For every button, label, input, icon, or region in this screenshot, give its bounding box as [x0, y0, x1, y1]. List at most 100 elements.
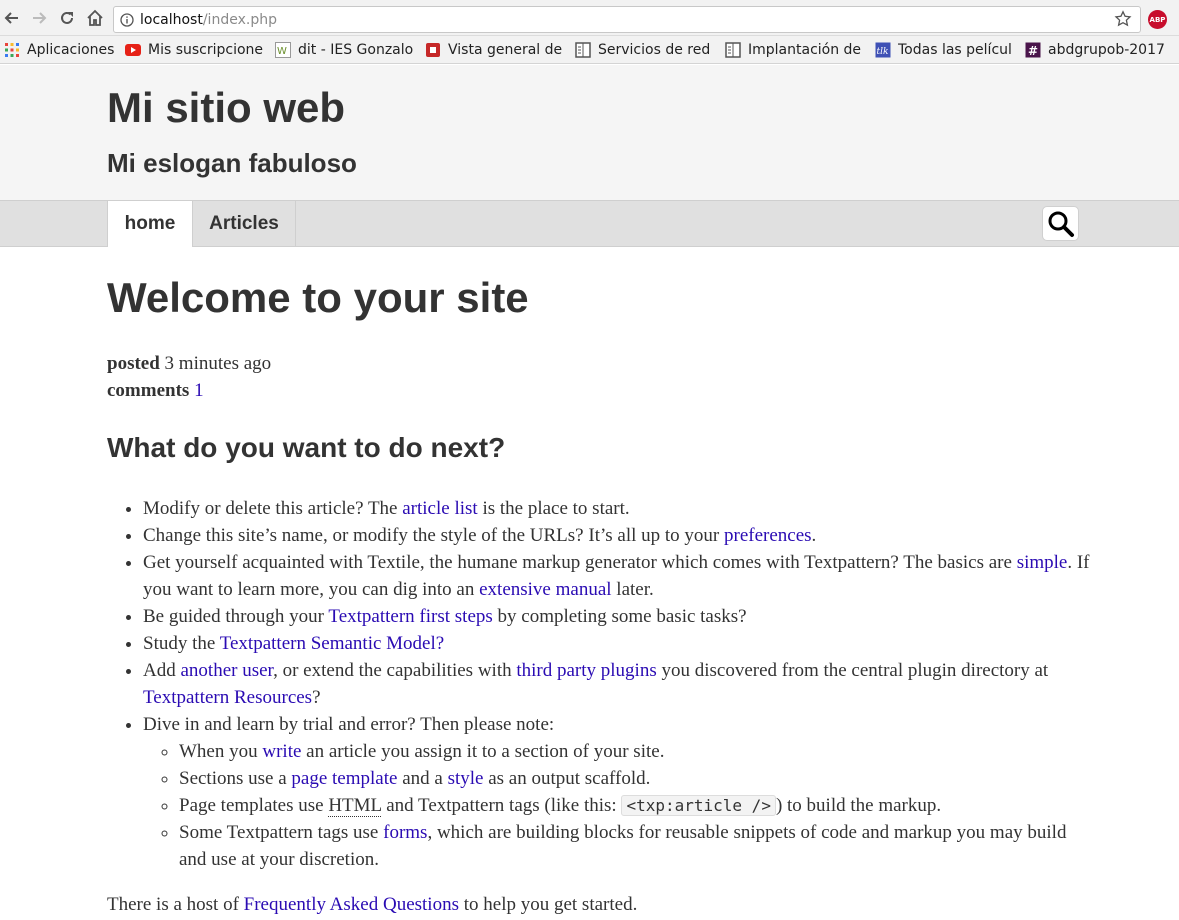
bookmark-youtube[interactable]: Mis suscripcione — [125, 40, 263, 60]
red-square-icon — [426, 43, 440, 57]
bookmark-dit[interactable]: W dit - IES Gonzalo — [275, 40, 413, 60]
bookmark-implantacion[interactable]: Implantación de — [725, 40, 863, 60]
site-header: Mi sitio web Mi eslogan fabuloso — [0, 65, 1179, 200]
sub-list: When you write an article you assign it … — [179, 738, 1093, 873]
nav-tab-home[interactable]: home — [107, 201, 193, 247]
svg-text:#: # — [1028, 44, 1038, 58]
article-list-link[interactable]: article list — [402, 498, 477, 519]
site-slogan: Mi eslogan fabuloso — [107, 148, 357, 178]
posted-value: 3 minutes ago — [164, 353, 272, 374]
back-button[interactable] — [0, 6, 24, 30]
list-item: Dive in and learn by trial and error? Th… — [143, 711, 1093, 873]
info-icon[interactable] — [114, 12, 140, 27]
home-icon — [87, 9, 103, 26]
first-steps-link[interactable]: Textpattern first steps — [328, 606, 492, 627]
item-text: ? — [312, 687, 321, 708]
forms-link[interactable]: forms — [383, 822, 427, 843]
item-text: as an output scaffold. — [483, 768, 651, 789]
another-user-link[interactable]: another user — [180, 660, 273, 681]
item-text: Dive in and learn by trial and error? Th… — [143, 714, 555, 735]
item-text: Get yourself acquainted with Textile, th… — [143, 552, 1017, 573]
item-text: Some Textpattern tags use — [179, 822, 384, 843]
faq-link[interactable]: Frequently Asked Questions — [244, 894, 459, 915]
textpattern-resources-link[interactable]: Textpattern Resources — [143, 687, 312, 708]
style-link[interactable]: style — [448, 768, 484, 789]
bookmark-label: Aplicaciones — [27, 42, 115, 58]
preferences-link[interactable]: preferences — [724, 525, 812, 546]
semantic-model-link[interactable]: Textpattern Semantic Model? — [220, 633, 444, 654]
item-text: later. — [611, 579, 654, 600]
reload-icon — [61, 11, 73, 24]
bookmark-apps[interactable]: Aplicaciones — [4, 40, 116, 60]
posted-label: posted — [107, 353, 160, 374]
list-item: Add another user, or extend the capabili… — [143, 657, 1093, 711]
bookmark-label: abdgrupob-2017 — [1048, 42, 1165, 58]
item-text: you discovered from the central plugin d… — [656, 660, 1049, 681]
item-text: ) to build the markup. — [775, 795, 942, 816]
youtube-icon — [125, 44, 141, 56]
reload-button[interactable] — [55, 6, 79, 30]
list-item: Be guided through your Textpattern first… — [143, 603, 1093, 630]
item-text: When you — [179, 741, 263, 762]
site-navigation: home Articles — [0, 200, 1179, 247]
item-text: Page templates use — [179, 795, 329, 816]
wiki-icon: W — [275, 42, 291, 58]
bookmark-label: Servicios de red — [598, 42, 711, 58]
item-text: Sections use a — [179, 768, 292, 789]
sub-list-item: When you write an article you assign it … — [179, 738, 1093, 765]
comments-label: comments — [107, 380, 190, 401]
forward-button[interactable] — [27, 6, 51, 30]
item-text: by completing some basic tasks? — [492, 606, 747, 627]
apps-grid-icon — [5, 43, 19, 57]
page-template-link[interactable]: page template — [291, 768, 397, 789]
bookmarks-bar: Aplicaciones Mis suscripcione W dit - IE… — [0, 36, 1179, 64]
bookmark-label: Mis suscripcione — [148, 42, 263, 58]
sub-list-item: Page templates use HTML and Textpattern … — [179, 792, 1093, 819]
url-host: localhost — [140, 11, 203, 28]
item-text: and a — [397, 768, 448, 789]
section-heading: What do you want to do next? — [107, 432, 506, 463]
forward-arrow-icon — [33, 12, 47, 24]
bookmark-vista-general[interactable]: Vista general de — [425, 40, 563, 60]
item-text: Be guided through your — [143, 606, 329, 627]
bookmark-abdgrupob[interactable]: # abdgrupob-2017 — [1025, 40, 1165, 60]
item-text: is the place to start. — [477, 498, 630, 519]
list-item: Change this site’s name, or modify the s… — [143, 522, 1093, 549]
list-item: Get yourself acquainted with Textile, th… — [143, 549, 1093, 603]
item-text: There is a host of — [107, 894, 244, 915]
address-bar[interactable]: localhost/index.php — [113, 6, 1141, 33]
search-icon — [1048, 211, 1074, 237]
adblock-extension-icon[interactable]: ABP — [1148, 10, 1167, 29]
document-icon — [575, 42, 591, 58]
item-text: Modify or delete this article? The — [143, 498, 403, 519]
browser-toolbar: localhost/index.php ABP — [0, 0, 1179, 36]
search-button[interactable] — [1042, 206, 1079, 241]
extensive-manual-link[interactable]: extensive manual — [479, 579, 611, 600]
document-icon — [725, 42, 741, 58]
nav-tab-articles[interactable]: Articles — [193, 201, 296, 247]
bookmark-peliculas[interactable]: tlk Todas las películ — [875, 40, 1013, 60]
simple-link[interactable]: simple — [1017, 552, 1068, 573]
film-icon: tlk — [875, 42, 891, 58]
article-title: Welcome to your site — [107, 274, 529, 321]
item-text: . — [811, 525, 817, 546]
item-text: Study the — [143, 633, 220, 654]
item-text: Add — [143, 660, 181, 681]
item-text: an article you assign it to a section of… — [301, 741, 665, 762]
bookmark-servicios-red[interactable]: Servicios de red — [575, 40, 713, 60]
write-link[interactable]: write — [262, 741, 301, 762]
url-path: /index.php — [202, 11, 277, 28]
item-text: , or extend the capabilities with — [273, 660, 517, 681]
list-item: Modify or delete this article? The artic… — [143, 495, 1093, 522]
home-button[interactable] — [83, 6, 107, 30]
svg-text:tlk: tlk — [877, 47, 889, 57]
item-text: to help you get started. — [458, 894, 638, 915]
list-item: Study the Textpattern Semantic Model? — [143, 630, 1093, 657]
slack-hash-icon: # — [1025, 42, 1041, 58]
comments-count-link[interactable]: 1 — [194, 380, 204, 401]
svg-text:W: W — [277, 46, 287, 57]
site-title[interactable]: Mi sitio web — [107, 84, 345, 132]
third-party-plugins-link[interactable]: third party plugins — [516, 660, 656, 681]
sub-list-item: Some Textpattern tags use forms, which a… — [179, 819, 1093, 873]
bookmark-star-icon[interactable] — [1114, 10, 1132, 32]
